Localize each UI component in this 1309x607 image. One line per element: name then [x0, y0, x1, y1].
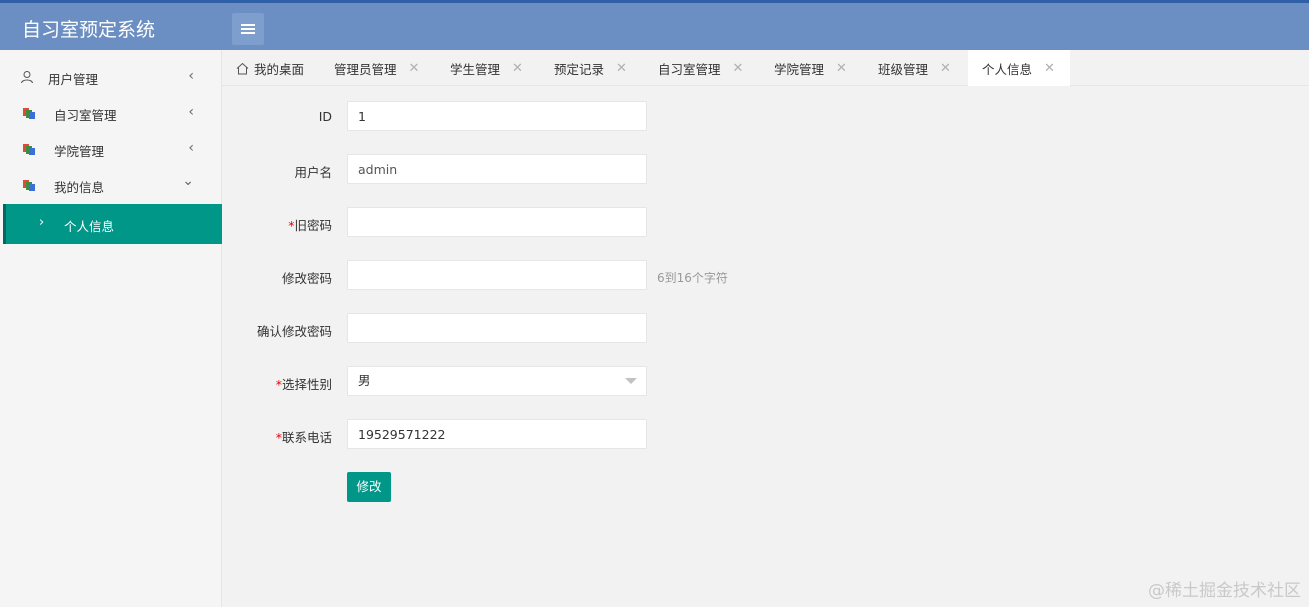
- id-label: ID: [318, 109, 332, 124]
- tab-label: 学院管理: [774, 61, 825, 77]
- folder-icon: [23, 180, 35, 191]
- sidebar: 用户管理 ‹ 自习室管理 ‹ 学院管理 ‹ 我的信息 ⌄ › 个人信息: [0, 50, 222, 607]
- tab-class-management[interactable]: 班级管理 ✕: [878, 50, 970, 86]
- chevron-down-icon: ⌄: [182, 173, 194, 189]
- form-row-old-password: *旧密码: [222, 207, 1309, 237]
- phone-label: *联系电话: [275, 430, 332, 445]
- close-icon[interactable]: ✕: [616, 61, 627, 76]
- tab-desktop[interactable]: 我的桌面: [236, 50, 328, 86]
- form-row-phone: *联系电话: [222, 419, 1309, 449]
- sidebar-item-label: 我的信息: [54, 180, 105, 195]
- tab-label: 预定记录: [554, 61, 605, 77]
- chevron-right-icon: ›: [39, 215, 45, 230]
- password-hint: 6到16个字符: [657, 271, 728, 285]
- new-password-label: 修改密码: [281, 271, 332, 286]
- folder-icon: [23, 144, 35, 155]
- watermark: @稀土掘金技术社区: [1148, 581, 1301, 601]
- close-icon[interactable]: ✕: [1044, 61, 1055, 76]
- sidebar-item-my-info[interactable]: 我的信息 ⌄: [0, 167, 222, 203]
- tab-student-management[interactable]: 学生管理 ✕: [450, 50, 540, 86]
- tab-label: 我的桌面: [254, 61, 305, 77]
- close-icon[interactable]: ✕: [940, 61, 951, 76]
- sidebar-item-label: 学院管理: [54, 144, 105, 159]
- confirm-password-label: 确认修改密码: [256, 324, 332, 339]
- tab-room-management[interactable]: 自习室管理 ✕: [658, 50, 762, 86]
- form-row-id: ID: [222, 101, 1309, 131]
- tab-label: 班级管理: [878, 61, 929, 77]
- sidebar-item-room-management[interactable]: 自习室管理 ‹: [0, 95, 222, 131]
- old-password-input[interactable]: [347, 207, 647, 237]
- caret-down-icon[interactable]: [625, 378, 637, 384]
- form-row-gender: *选择性别 男: [222, 366, 1309, 396]
- tab-label: 自习室管理: [658, 61, 721, 77]
- tab-admin-management[interactable]: 管理员管理 ✕: [334, 50, 434, 86]
- app-title: 自习室预定系统: [22, 19, 156, 41]
- sidebar-item-label: 用户管理: [48, 72, 99, 87]
- tab-college-management[interactable]: 学院管理 ✕: [774, 50, 866, 86]
- tab-label: 管理员管理: [334, 61, 397, 77]
- home-icon: [236, 62, 249, 74]
- gender-label: *选择性别: [275, 377, 332, 392]
- new-password-input[interactable]: [347, 260, 647, 290]
- chevron-left-icon: ‹: [188, 68, 194, 84]
- gender-select[interactable]: 男: [347, 366, 647, 396]
- close-icon[interactable]: ✕: [836, 61, 847, 76]
- folder-icon: [23, 108, 35, 119]
- old-password-label: *旧密码: [288, 218, 332, 233]
- tab-bar: 我的桌面 管理员管理 ✕ 学生管理 ✕ 预定记录 ✕ 自习室管理 ✕ 学院管理 …: [222, 50, 1309, 86]
- chevron-left-icon: ‹: [188, 140, 194, 156]
- gender-selected-value: 男: [358, 373, 371, 388]
- chevron-left-icon: ‹: [188, 104, 194, 120]
- username-input[interactable]: [347, 154, 647, 184]
- tab-label: 学生管理: [450, 61, 501, 77]
- form-row-username: 用户名: [222, 154, 1309, 184]
- form-row-confirm-password: 确认修改密码: [222, 313, 1309, 343]
- sidebar-item-college-management[interactable]: 学院管理 ‹: [0, 131, 222, 167]
- close-icon[interactable]: ✕: [409, 61, 420, 76]
- tab-label: 个人信息: [982, 61, 1033, 77]
- top-bar: 自习室预定系统: [0, 0, 1309, 50]
- close-icon[interactable]: ✕: [733, 61, 744, 76]
- sidebar-subitem-personal-info[interactable]: › 个人信息: [3, 204, 222, 244]
- sidebar-subitem-label: 个人信息: [64, 219, 115, 234]
- id-input[interactable]: [347, 101, 647, 131]
- submit-button[interactable]: 修改: [347, 472, 391, 502]
- user-icon: [21, 71, 33, 84]
- close-icon[interactable]: ✕: [512, 61, 523, 76]
- confirm-password-input[interactable]: [347, 313, 647, 343]
- main-content: ID 用户名 *旧密码 修改密码 6到16个字符 确认修改密码 *选择性别 男 …: [222, 86, 1309, 607]
- menu-toggle-button[interactable]: [232, 13, 264, 45]
- form-row-new-password: 修改密码 6到16个字符: [222, 260, 1309, 290]
- tab-booking-records[interactable]: 预定记录 ✕: [554, 50, 644, 86]
- username-label: 用户名: [294, 165, 332, 180]
- sidebar-item-label: 自习室管理: [54, 108, 117, 123]
- tab-personal-info[interactable]: 个人信息 ✕: [968, 50, 1070, 86]
- sidebar-item-user-management[interactable]: 用户管理 ‹: [0, 59, 222, 95]
- phone-input[interactable]: [347, 419, 647, 449]
- hamburger-icon: [241, 24, 255, 34]
